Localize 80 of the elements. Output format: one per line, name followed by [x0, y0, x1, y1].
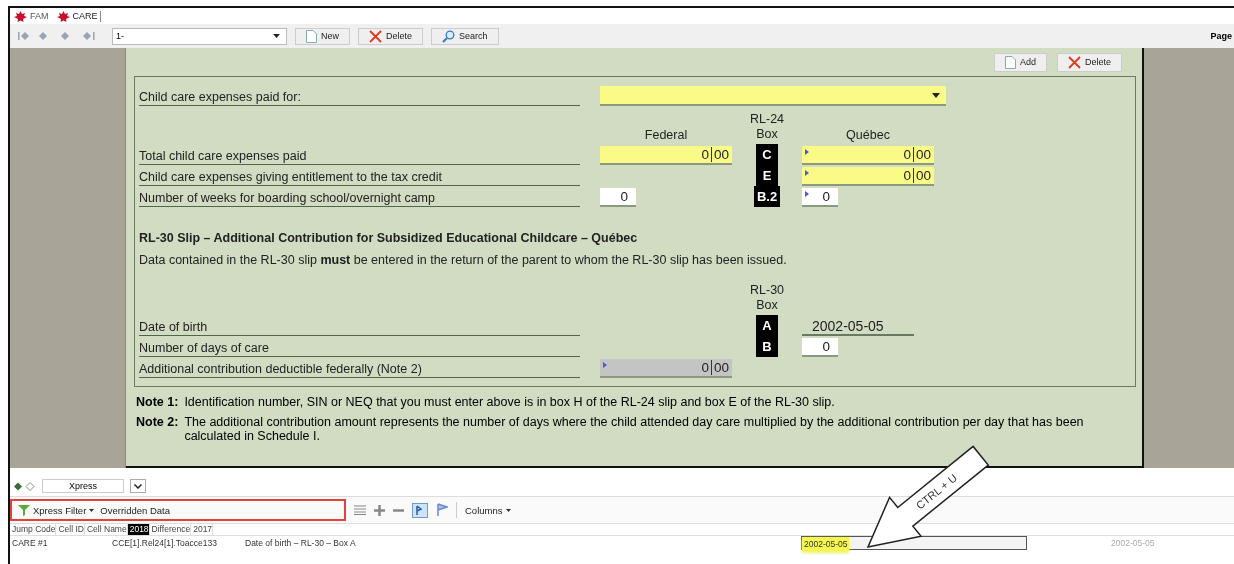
section-description: Data contained in the RL-30 slip must be entered in the return of the parent to whom the RL-30 slip has been issued.: [139, 253, 788, 267]
record-dropdown[interactable]: 1-: [112, 27, 287, 45]
caret-icon: [89, 508, 95, 512]
toolbar-button[interactable]: Search: [431, 27, 499, 45]
field-label: Additional contribution deductible federally (Note 2): [139, 357, 580, 378]
filter-value: Overridden Data: [100, 504, 171, 516]
note-text: Identification number, SIN or NEQ that you must enter above is in box H of the RL-24 slip and box E of the RL-30 slip.: [184, 395, 835, 409]
marker-icon: [805, 149, 809, 155]
toggle-icon[interactable]: [412, 502, 428, 518]
box-code: C: [756, 144, 778, 165]
marker-icon: [805, 191, 809, 197]
marker-icon: [603, 362, 607, 368]
box-code: B.2: [753, 186, 781, 207]
column-heading: RL-30: [750, 283, 785, 298]
section-title: RL-30 Slip – Additional Contribution for Subsidized Educational Childcare – Québec: [139, 231, 639, 245]
caret-icon: [505, 508, 511, 512]
field-label: Date of birth: [139, 315, 580, 336]
document-icon: [1004, 55, 1016, 69]
column-heading: Box: [756, 127, 778, 142]
document-icon: [306, 29, 317, 43]
column-header[interactable]: Jump Code: [10, 524, 57, 535]
note-label: Note 1:: [136, 395, 179, 409]
page-label: Page: [1210, 31, 1232, 41]
input-field[interactable]: 0 00: [802, 146, 934, 165]
form-button[interactable]: Delete: [1057, 52, 1122, 72]
delete-icon: [1068, 55, 1081, 69]
column-header[interactable]: Cell ID: [56, 524, 85, 535]
navigation-arrows-icon[interactable]: [14, 481, 36, 491]
column-heading: Federal: [643, 128, 689, 144]
columns-button[interactable]: Columns: [465, 504, 511, 516]
column-heading: Québec: [845, 128, 891, 144]
table-cell-text: CARE #1: [11, 537, 49, 550]
table-cell-text: 2002-05-05: [1110, 537, 1156, 550]
field-label: Number of days of care: [139, 336, 580, 357]
column-header[interactable]: 2018: [127, 524, 150, 535]
field-label: Total child care expenses paid: [139, 144, 580, 165]
column-header[interactable]: Cell Name: [85, 524, 128, 535]
filter-button[interactable]: Xpress Filter: [18, 504, 95, 516]
column-header[interactable]: Difference: [149, 524, 192, 535]
toolbar-button[interactable]: Delete: [358, 27, 424, 45]
search-icon: [442, 29, 456, 43]
dropdown-button[interactable]: [130, 479, 146, 493]
field-label: Number of weeks for boarding school/overnight camp: [139, 186, 580, 207]
field-label: Child care expenses giving entitlement to the tax credit: [139, 165, 580, 186]
note-text: The additional contribution amount represents the number of days where the child attended day care multiplied by the additional contribution per day that has been calculated in Schedule I.: [184, 415, 1085, 443]
delete-icon: [369, 29, 382, 43]
input-field[interactable]: 0 00: [600, 146, 732, 165]
box-code: B: [756, 336, 778, 357]
maple-leaf-icon: [56, 10, 70, 22]
column-heading: Box: [756, 298, 778, 313]
caret-icon: [932, 92, 940, 98]
input-field[interactable]: 0: [600, 188, 636, 207]
chevron-down-icon: [134, 483, 142, 489]
input-field[interactable]: 0: [802, 338, 838, 357]
maple-leaf-icon: [14, 10, 27, 22]
field-label: Child care expenses paid for:: [139, 85, 580, 106]
funnel-icon: [18, 504, 30, 516]
marker-icon: [805, 170, 809, 176]
tab[interactable]: CARE: [56, 10, 101, 22]
input-field[interactable]: 0 00: [802, 167, 934, 186]
caret-icon: [273, 34, 280, 38]
column-heading: RL-24: [750, 112, 785, 127]
toolbar-button[interactable]: New: [295, 27, 350, 45]
plus-icon[interactable]: [374, 504, 385, 516]
view-dropdown[interactable]: Xpress: [42, 479, 124, 493]
cell-value: 2002-05-05: [802, 537, 850, 551]
tab[interactable]: FAM: [14, 10, 51, 22]
dropdown-field[interactable]: [600, 86, 946, 106]
list-icon[interactable]: [354, 505, 366, 515]
table-cell-text: CCE[1].Rel24[1].Toacce133: [111, 537, 218, 550]
input-field[interactable]: 2002-05-05: [802, 317, 914, 336]
minus-icon[interactable]: [393, 508, 404, 512]
input-field[interactable]: 0: [802, 188, 838, 207]
box-code: E: [756, 165, 778, 186]
column-header[interactable]: 2017: [191, 524, 214, 535]
flag-icon[interactable]: [436, 503, 448, 517]
box-code: A: [756, 315, 778, 336]
note-label: Note 2:: [136, 415, 179, 431]
form-button[interactable]: Add: [993, 52, 1047, 72]
table-cell-text: Date of birth – RL-30 – Box A: [244, 537, 357, 550]
